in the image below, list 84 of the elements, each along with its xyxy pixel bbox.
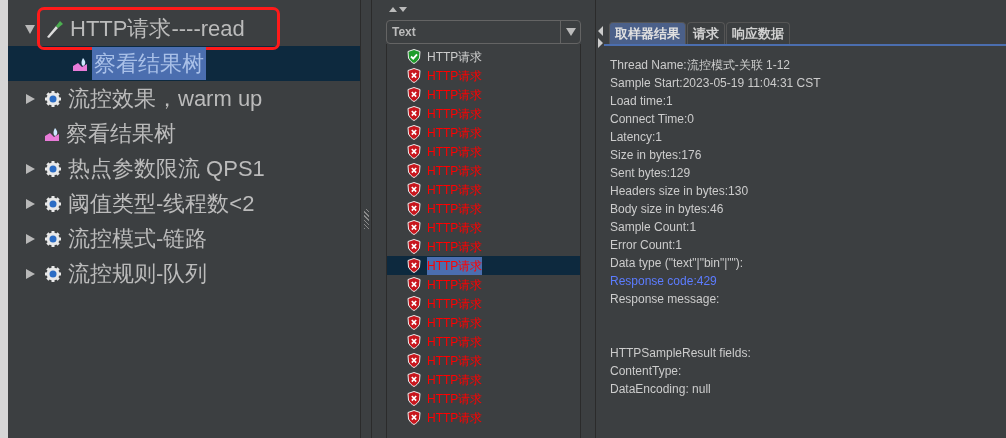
tree-item[interactable]: 热点参数限流 QPS1: [66, 152, 267, 185]
result-row[interactable]: HTTP请求: [387, 351, 580, 370]
detail-line: Size in bytes:176: [610, 147, 703, 164]
result-row[interactable]: HTTP请求: [387, 313, 580, 332]
gear-icon: [44, 159, 62, 178]
tab[interactable]: 取样器结果: [609, 22, 686, 44]
gear-icon: [44, 89, 62, 108]
error-shield-icon: [407, 163, 421, 178]
error-shield-icon: [407, 144, 421, 159]
tab[interactable]: 请求: [687, 22, 725, 44]
detail-line: Latency:1: [610, 129, 664, 146]
error-shield-icon: [407, 277, 421, 292]
error-shield-icon: [407, 391, 421, 406]
result-row[interactable]: HTTP请求: [387, 66, 580, 85]
tree-item[interactable]: 察看结果树: [92, 47, 206, 80]
result-row[interactable]: HTTP请求: [387, 142, 580, 161]
result-row[interactable]: HTTP请求: [387, 294, 580, 313]
detail-line: Data type ("text"|"bin"|""):: [610, 255, 745, 272]
error-shield-icon: [407, 106, 421, 121]
tree-item[interactable]: 阈值类型-线程数<2: [66, 187, 257, 220]
result-row[interactable]: HTTP请求: [387, 85, 580, 104]
tree-item[interactable]: HTTP请求----read: [68, 12, 247, 45]
detail-line: Thread Name:流控模式-关联 1-12: [610, 57, 792, 74]
result-row[interactable]: HTTP请求: [387, 199, 580, 218]
result-row[interactable]: HTTP请求: [387, 104, 580, 123]
detail-line: Connect Time:0: [610, 111, 696, 128]
detail-line: HTTPSampleResult fields:: [610, 345, 752, 362]
error-shield-icon: [407, 334, 421, 349]
detail-line: Body size in bytes:46: [610, 201, 725, 218]
error-shield-icon: [407, 220, 421, 235]
result-row[interactable]: HTTP请求: [387, 370, 580, 389]
result-row[interactable]: HTTP请求: [387, 180, 580, 199]
error-shield-icon: [407, 315, 421, 330]
collapse-arrows-icon[interactable]: [388, 4, 410, 14]
error-shield-icon: [407, 296, 421, 311]
detail-line: Sample Count:1: [610, 219, 698, 236]
gear-icon: [44, 194, 62, 213]
gear-icon: [44, 264, 62, 283]
tree-item[interactable]: 察看结果树: [64, 117, 178, 150]
pipette-icon: [44, 18, 64, 39]
error-shield-icon: [407, 372, 421, 387]
detail-line: Response code:429: [610, 273, 718, 290]
result-row[interactable]: HTTP请求: [387, 237, 580, 256]
tree-item[interactable]: 流控效果，warm up: [66, 82, 265, 115]
detail-line: Headers size in bytes:130: [610, 183, 750, 200]
detail-line: Load time:1: [610, 93, 674, 110]
renderer-dropdown[interactable]: Text: [386, 20, 581, 44]
caret-icon: [565, 28, 576, 36]
result-row[interactable]: HTTP请求: [387, 47, 580, 66]
collapse-arrow-icon[interactable]: [24, 22, 36, 35]
error-shield-icon: [407, 258, 421, 273]
detail-line: DataEncoding: null: [610, 381, 712, 398]
tab[interactable]: 响应数据: [726, 22, 790, 44]
success-shield-icon: [407, 49, 421, 64]
error-shield-icon: [407, 182, 421, 197]
error-shield-icon: [407, 68, 421, 83]
result-row[interactable]: HTTP请求: [387, 389, 580, 408]
error-shield-icon: [407, 125, 421, 140]
error-shield-icon: [407, 410, 421, 425]
tree-item[interactable]: 流控规则-队列: [66, 257, 210, 290]
expand-arrow-icon[interactable]: [24, 197, 36, 210]
error-shield-icon: [407, 201, 421, 216]
expand-arrow-icon[interactable]: [24, 162, 36, 175]
detail-line: Sample Start:2023-05-19 11:04:31 CST: [610, 75, 822, 92]
expand-arrow-icon[interactable]: [24, 232, 36, 245]
result-row[interactable]: HTTP请求: [387, 218, 580, 237]
result-row[interactable]: HTTP请求: [387, 275, 580, 294]
result-row[interactable]: HTTP请求: [387, 408, 580, 427]
result-row[interactable]: HTTP请求: [387, 161, 580, 180]
error-shield-icon: [407, 239, 421, 254]
detail-line: Error Count:1: [610, 237, 684, 254]
gear-icon: [44, 229, 62, 248]
splitter-grip-icon[interactable]: [363, 209, 369, 229]
expand-arrow-icon[interactable]: [24, 267, 36, 280]
expand-arrow-icon[interactable]: [24, 92, 36, 105]
error-shield-icon: [407, 87, 421, 102]
detail-line: Sent bytes:129: [610, 165, 692, 182]
detail-line: Response message:: [610, 291, 721, 308]
detail-line: ContentType:: [610, 363, 683, 380]
split-arrows-icon[interactable]: [596, 24, 604, 50]
result-row[interactable]: HTTP请求: [387, 332, 580, 351]
result-row[interactable]: HTTP请求: [387, 123, 580, 142]
tree-item[interactable]: 流控模式-链路: [66, 222, 210, 255]
error-shield-icon: [407, 353, 421, 368]
